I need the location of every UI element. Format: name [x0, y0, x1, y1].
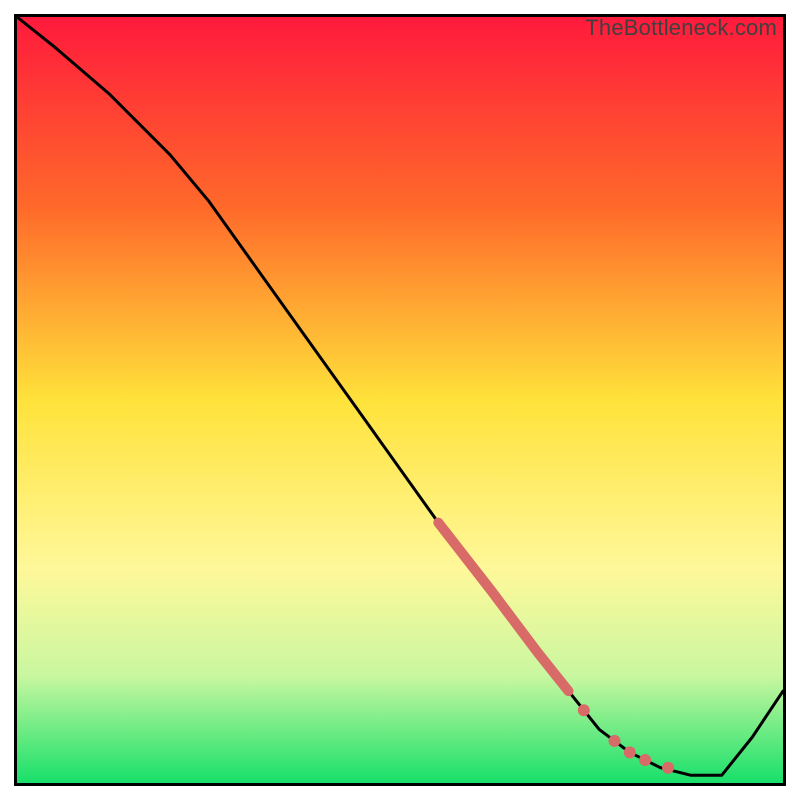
marker-markers — [624, 746, 636, 758]
series-highlight-thick — [438, 523, 568, 692]
marker-markers — [609, 735, 621, 747]
marker-markers — [662, 762, 674, 774]
marker-markers — [578, 704, 590, 716]
watermark-text: TheBottleneck.com — [585, 15, 777, 41]
chart-container: TheBottleneck.com — [0, 0, 800, 800]
chart-overlay — [17, 17, 783, 783]
plot-area: TheBottleneck.com — [14, 14, 786, 786]
marker-markers — [639, 754, 651, 766]
series-curve — [17, 17, 783, 775]
